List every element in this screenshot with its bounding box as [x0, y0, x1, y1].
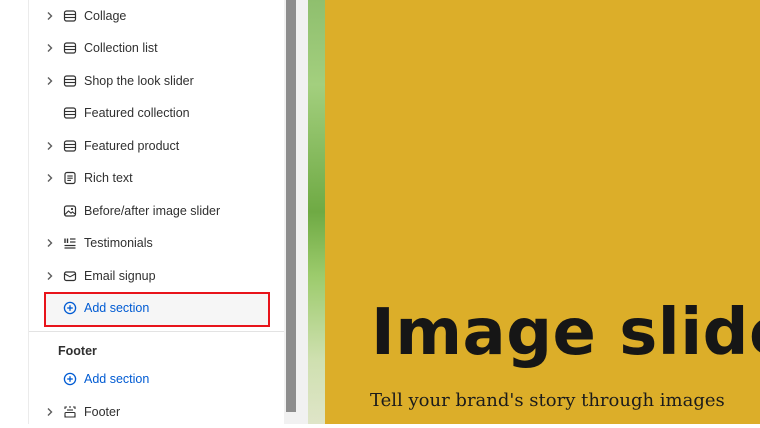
section-item-featured-product[interactable]: Featured product	[43, 130, 283, 162]
slide-background-photo	[308, 0, 325, 424]
section-item-label: Rich text	[84, 171, 133, 185]
footer-group-title: Footer	[58, 344, 97, 358]
list-icon	[62, 235, 78, 251]
section-layout-icon	[62, 40, 78, 56]
section-item-label: Testimonials	[84, 236, 153, 250]
section-item-label: Collection list	[84, 41, 158, 55]
section-layout-icon	[62, 105, 78, 121]
section-item-footer[interactable]: Footer	[43, 396, 283, 428]
add-section-label: Add section	[84, 301, 150, 315]
footer-layout-icon	[62, 404, 78, 420]
section-item-label: Shop the look slider	[84, 74, 194, 88]
section-layout-icon	[62, 73, 78, 89]
group-divider	[29, 331, 285, 332]
chevron-right-icon[interactable]	[43, 171, 57, 185]
text-block-icon	[62, 170, 78, 186]
preview-gap	[298, 0, 308, 424]
chevron-right-icon[interactable]	[43, 139, 57, 153]
section-item-featured-collection[interactable]: Featured collection	[43, 97, 283, 129]
section-item-before-after-image-slider[interactable]: Before/after image slider	[43, 195, 283, 227]
section-item-email-signup[interactable]: Email signup	[43, 260, 283, 292]
section-item-rich-text[interactable]: Rich text	[43, 162, 283, 194]
add-section-button[interactable]: Add section	[43, 292, 283, 324]
section-item-label: Featured product	[84, 139, 180, 153]
plus-circle-icon	[62, 371, 78, 387]
slide-heading: Image slide	[371, 296, 760, 370]
plus-circle-icon	[62, 300, 78, 316]
slide-subheading: Tell your brand's story through images	[370, 390, 725, 411]
section-item-label: Featured collection	[84, 106, 190, 120]
chevron-right-icon[interactable]	[43, 74, 57, 88]
chevron-right-icon[interactable]	[43, 405, 57, 419]
image-icon	[62, 203, 78, 219]
theme-editor-sidebar: Collage Collection list Shop the look sl…	[28, 0, 285, 424]
section-item-label: Footer	[84, 405, 121, 419]
envelope-icon	[62, 268, 78, 284]
section-item-label: Email signup	[84, 269, 156, 283]
section-item-collection-list[interactable]: Collection list	[43, 32, 283, 64]
store-preview: Image slide Tell your brand's story thro…	[308, 0, 760, 424]
section-item-label: Before/after image slider	[84, 204, 221, 218]
sidebar-scrollbar-thumb[interactable]	[286, 0, 296, 412]
chevron-right-icon[interactable]	[43, 269, 57, 283]
section-item-testimonials[interactable]: Testimonials	[43, 227, 283, 259]
add-section-label: Add section	[84, 372, 150, 386]
section-layout-icon	[62, 8, 78, 24]
section-item-shop-the-look-slider[interactable]: Shop the look slider	[43, 65, 283, 97]
chevron-right-icon[interactable]	[43, 236, 57, 250]
left-gutter	[0, 0, 28, 424]
chevron-right-icon[interactable]	[43, 41, 57, 55]
section-item-collage[interactable]: Collage	[43, 0, 283, 32]
section-item-label: Collage	[84, 9, 127, 23]
section-layout-icon	[62, 138, 78, 154]
footer-add-section-button[interactable]: Add section	[43, 363, 283, 395]
chevron-right-icon[interactable]	[43, 9, 57, 23]
